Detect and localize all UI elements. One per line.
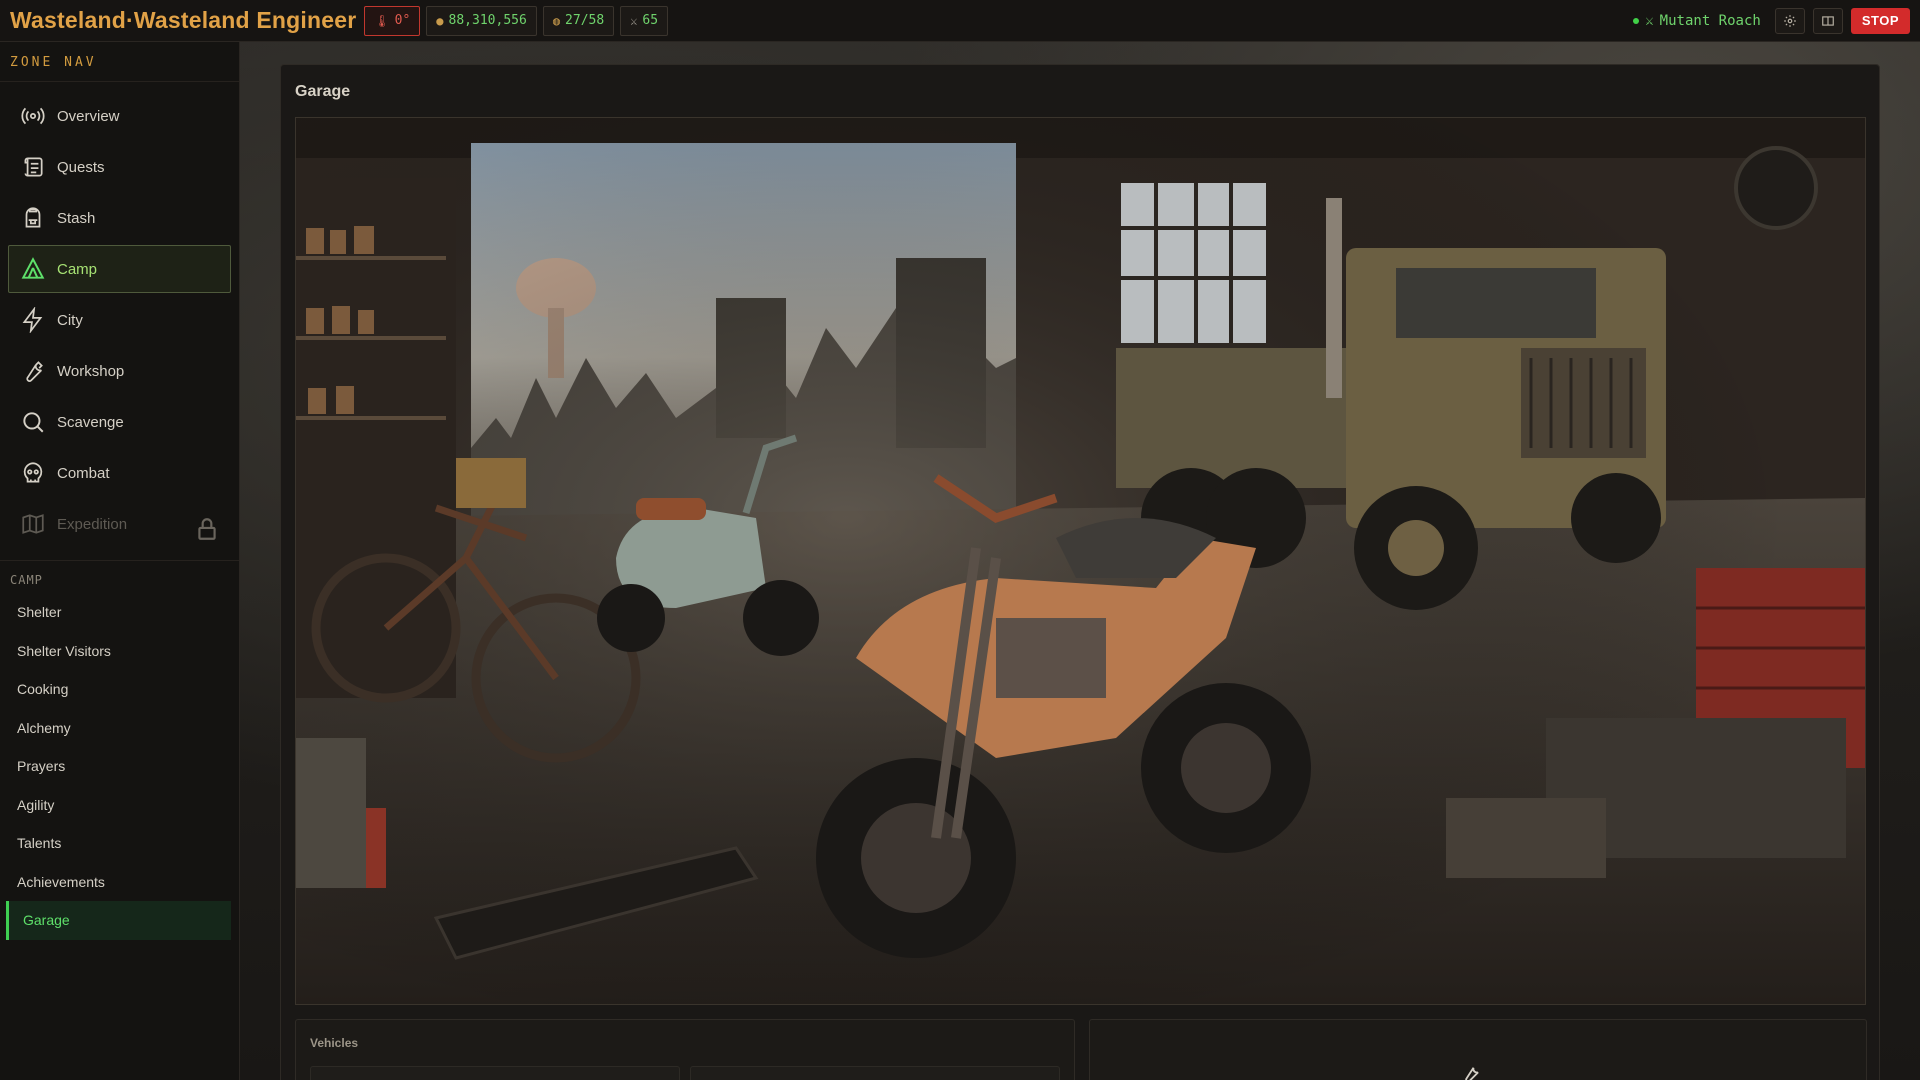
- nav-item-label: Scavenge: [57, 413, 124, 431]
- camp-item-agility[interactable]: Agility: [0, 786, 231, 825]
- enemy-name: Mutant Roach: [1659, 12, 1761, 29]
- app-title: Wasteland·Wasteland Engineer: [10, 7, 357, 33]
- sidebar: ZONE NAV Overview Quests Stash Camp City…: [0, 42, 240, 1080]
- current-enemy: ⚔ Mutant Roach: [1633, 13, 1761, 29]
- tent-icon: [21, 257, 45, 279]
- capacity-stat[interactable]: ◍ 27/58: [542, 5, 615, 36]
- capacity-value: 27/58: [565, 13, 605, 28]
- top-bar: Wasteland·Wasteland Engineer 🌡︎ 0° ● 88,…: [0, 0, 1920, 42]
- main-area: Garage Vehicles: [240, 42, 1920, 1080]
- camp-item-cooking[interactable]: Cooking: [0, 670, 231, 709]
- camp-subnav: Shelter Shelter Visitors Cooking Alchemy…: [0, 593, 239, 940]
- nav-item-camp[interactable]: Camp: [8, 245, 231, 293]
- capacity-icon: ◍: [552, 13, 561, 28]
- vehicles-card: Vehicles: [295, 1019, 1075, 1080]
- nav-item-label: Quests: [57, 158, 105, 176]
- thermometer-icon: 🌡︎: [374, 13, 390, 28]
- page-title: Garage: [295, 83, 351, 100]
- coin-icon: ●: [436, 13, 444, 28]
- garage-illustration: [295, 117, 1866, 1005]
- combat-level-value: 65: [642, 13, 659, 28]
- nav-item-workshop[interactable]: Workshop: [8, 347, 231, 395]
- split-panel-icon: [1821, 15, 1834, 26]
- status-dot: [1633, 17, 1640, 24]
- radar-icon: [21, 107, 45, 125]
- camp-item-talents[interactable]: Talents: [0, 824, 231, 863]
- nav-item-label: Stash: [57, 209, 96, 227]
- swords-icon: ⚔: [1645, 12, 1654, 29]
- gear-icon: [1783, 14, 1796, 27]
- settings-button[interactable]: [1774, 7, 1805, 34]
- wrench-icon: [26, 361, 43, 382]
- nav-item-overview[interactable]: Overview: [8, 92, 231, 140]
- camp-item-alchemy[interactable]: Alchemy: [0, 709, 231, 748]
- stop-button[interactable]: STOP: [1850, 7, 1910, 34]
- vehicle-slot[interactable]: [310, 1066, 680, 1080]
- nav-item-expedition[interactable]: Expedition: [8, 500, 231, 548]
- zone-nav: Overview Quests Stash Camp City Workshop…: [0, 82, 239, 548]
- coins-value: 88,310,556: [448, 13, 527, 28]
- scroll-icon: [24, 157, 43, 177]
- nav-item-label: Camp: [57, 260, 98, 278]
- camp-item-shelter[interactable]: Shelter: [0, 593, 231, 632]
- nav-item-label: City: [57, 311, 83, 329]
- nav-item-quests[interactable]: Quests: [8, 143, 231, 191]
- combat-level-stat[interactable]: ⚔ 65: [620, 5, 669, 36]
- nav-item-combat[interactable]: Combat: [8, 449, 231, 497]
- backpack-icon: [25, 207, 41, 228]
- skull-icon: [23, 462, 43, 483]
- nav-item-label: Combat: [57, 464, 110, 482]
- nav-item-scavenge[interactable]: Scavenge: [8, 398, 231, 446]
- layout-toggle-button[interactable]: [1812, 7, 1843, 34]
- nav-item-label: Overview: [57, 107, 120, 125]
- nav-item-stash[interactable]: Stash: [8, 194, 231, 242]
- temperature-stat[interactable]: 🌡︎ 0°: [364, 5, 421, 36]
- nav-item-label: Workshop: [57, 362, 125, 380]
- nav-item-label: Expedition: [57, 515, 128, 533]
- vehicle-slot[interactable]: [690, 1066, 1060, 1080]
- map-icon: [22, 514, 44, 534]
- zone-nav-title: ZONE NAV: [0, 42, 239, 82]
- camp-item-shelter-visitors[interactable]: Shelter Visitors: [0, 632, 231, 671]
- coins-stat[interactable]: ● 88,310,556: [426, 5, 537, 36]
- camp-item-prayers[interactable]: Prayers: [0, 747, 231, 786]
- nav-item-city[interactable]: City: [8, 296, 231, 344]
- magnifier-icon: [23, 412, 44, 433]
- lightning-icon: [22, 307, 43, 333]
- camp-section-title: CAMP: [10, 573, 43, 587]
- lock-icon: [198, 518, 216, 540]
- garage-panel: Garage Vehicles: [280, 64, 1880, 1080]
- camp-item-achievements[interactable]: Achievements: [0, 863, 231, 902]
- temperature-value: 0°: [394, 13, 411, 28]
- vehicles-title: Vehicles: [310, 1036, 359, 1050]
- wrench-icon: [1465, 1067, 1479, 1080]
- workshop-card: [1089, 1019, 1867, 1080]
- camp-item-garage[interactable]: Garage: [6, 901, 231, 940]
- swords-icon: ⚔: [630, 13, 638, 28]
